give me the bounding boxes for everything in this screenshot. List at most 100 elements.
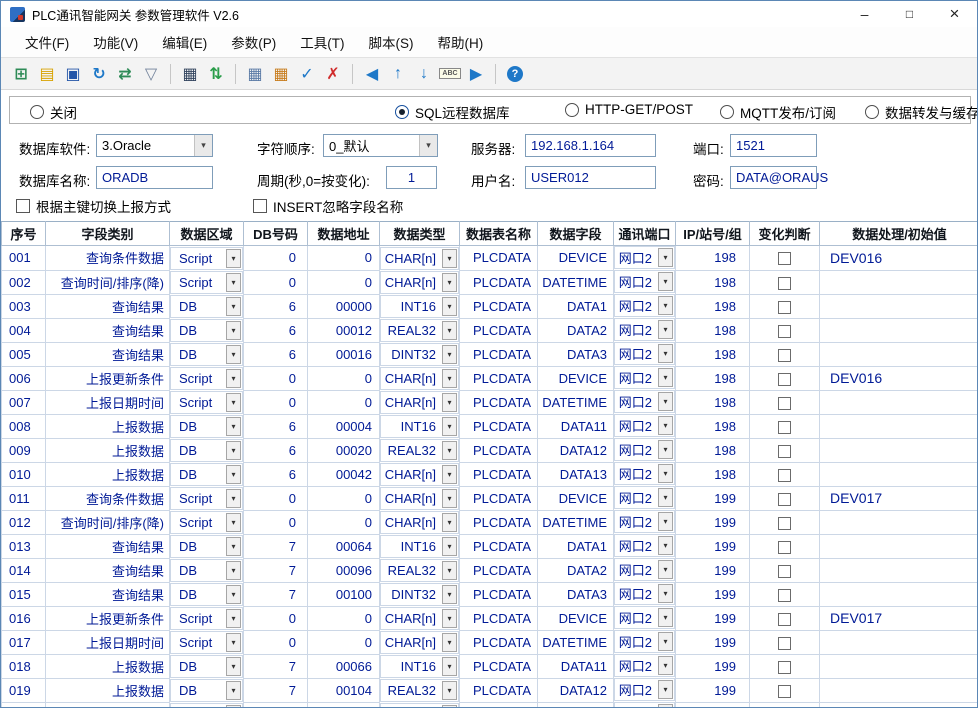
- chevron-down-icon[interactable]: ▾: [442, 537, 457, 556]
- cell-init[interactable]: [820, 678, 978, 702]
- chevron-down-icon[interactable]: ▾: [442, 489, 457, 508]
- cell-area[interactable]: DB▾: [170, 679, 243, 702]
- cell-port[interactable]: 网口2▾: [614, 462, 675, 485]
- cell-category[interactable]: 查询结果: [46, 294, 170, 318]
- cell-station[interactable]: 199: [676, 654, 750, 678]
- chevron-down-icon[interactable]: ▾: [442, 273, 457, 292]
- cell-db[interactable]: 6: [244, 462, 308, 486]
- cell-type[interactable]: REAL32▾: [380, 679, 459, 702]
- cell-category[interactable]: 上报数据: [46, 654, 170, 678]
- chevron-down-icon[interactable]: ▾: [658, 416, 673, 435]
- radio-mode-http-get-post[interactable]: HTTP-GET/POST: [565, 102, 693, 117]
- col-header-category[interactable]: 字段类别: [46, 222, 170, 246]
- username-input[interactable]: USER012: [525, 166, 656, 189]
- cell-type[interactable]: INT16▾: [380, 295, 459, 318]
- change-checkbox[interactable]: [778, 685, 791, 698]
- cell-changed[interactable]: [750, 678, 820, 702]
- col-header-field[interactable]: 数据字段: [538, 222, 614, 246]
- cell-category[interactable]: 上报数据: [46, 678, 170, 702]
- cell-addr[interactable]: 00004: [308, 414, 380, 438]
- change-checkbox[interactable]: [778, 661, 791, 674]
- change-checkbox[interactable]: [778, 301, 791, 314]
- cell-port[interactable]: 网口2▾: [614, 486, 675, 509]
- cell-addr[interactable]: 00066: [308, 654, 380, 678]
- cell-db[interactable]: 7: [244, 582, 308, 606]
- cell-port[interactable]: 网口2▾: [614, 702, 675, 708]
- cell-changed[interactable]: [750, 246, 820, 271]
- chevron-down-icon[interactable]: ▾: [658, 656, 673, 675]
- cell-field[interactable]: DATA13: [538, 702, 614, 708]
- cell-db[interactable]: 0: [244, 606, 308, 630]
- cell-station[interactable]: 198: [676, 270, 750, 294]
- cell-port[interactable]: 网口2▾: [614, 582, 675, 605]
- chevron-down-icon[interactable]: ▾: [226, 441, 241, 460]
- chevron-down-icon[interactable]: ▾: [658, 320, 673, 339]
- chevron-down-icon[interactable]: ▾: [226, 513, 241, 532]
- chevron-down-icon[interactable]: ▾: [658, 632, 673, 651]
- chevron-down-icon[interactable]: ▾: [226, 465, 241, 484]
- move-left-icon[interactable]: ◀: [360, 62, 384, 86]
- cell-init[interactable]: DEV017: [820, 486, 978, 510]
- cell-type[interactable]: CHAR[n]▾: [380, 631, 459, 654]
- change-checkbox[interactable]: [778, 421, 791, 434]
- chevron-down-icon[interactable]: ▾: [442, 249, 457, 268]
- cell-table[interactable]: PLCDATA: [460, 270, 538, 294]
- cell-type[interactable]: INT16▾: [380, 655, 459, 678]
- cell-table[interactable]: PLCDATA: [460, 366, 538, 390]
- change-checkbox[interactable]: [778, 517, 791, 530]
- cell-init[interactable]: [820, 582, 978, 606]
- col-header-table[interactable]: 数据表名称: [460, 222, 538, 246]
- cell-port[interactable]: 网口2▾: [614, 678, 675, 701]
- chevron-down-icon[interactable]: ▾: [226, 609, 241, 628]
- cell-station[interactable]: 198: [676, 438, 750, 462]
- checkbox-icon[interactable]: [253, 199, 267, 213]
- radio-mode-mqtt-pub-sub[interactable]: MQTT发布/订阅: [720, 102, 836, 122]
- cell-table[interactable]: PLCDATA: [460, 702, 538, 708]
- cell-category[interactable]: 上报数据: [46, 702, 170, 708]
- cell-seq[interactable]: 001: [2, 246, 46, 271]
- cell-port[interactable]: 网口2▾: [614, 558, 675, 581]
- cell-init[interactable]: [820, 462, 978, 486]
- cell-table[interactable]: PLCDATA: [460, 390, 538, 414]
- radio-icon[interactable]: [865, 105, 879, 119]
- filter-icon[interactable]: ▽: [139, 62, 163, 86]
- cell-station[interactable]: 199: [676, 702, 750, 708]
- cell-addr[interactable]: 0: [308, 510, 380, 534]
- cell-changed[interactable]: [750, 318, 820, 342]
- cell-field[interactable]: DATA2: [538, 318, 614, 342]
- cell-init[interactable]: [820, 318, 978, 342]
- cell-field[interactable]: DATETIME: [538, 510, 614, 534]
- cell-addr[interactable]: 00104: [308, 678, 380, 702]
- cell-table[interactable]: PLCDATA: [460, 630, 538, 654]
- change-checkbox[interactable]: [778, 373, 791, 386]
- cell-category[interactable]: 查询结果: [46, 558, 170, 582]
- cell-seq[interactable]: 020: [2, 702, 46, 708]
- chevron-down-icon[interactable]: ▾: [442, 609, 457, 628]
- chevron-down-icon[interactable]: ▾: [658, 368, 673, 387]
- port-input[interactable]: 1521: [730, 134, 817, 157]
- col-header-type[interactable]: 数据类型: [380, 222, 460, 246]
- cell-category[interactable]: 上报数据: [46, 462, 170, 486]
- cell-db[interactable]: 0: [244, 510, 308, 534]
- cell-addr[interactable]: 0: [308, 366, 380, 390]
- cell-area[interactable]: DB▾: [170, 343, 243, 366]
- cell-type[interactable]: DINT32▾: [380, 343, 459, 366]
- cell-seq[interactable]: 009: [2, 438, 46, 462]
- cell-table[interactable]: PLCDATA: [460, 438, 538, 462]
- radio-mode-data-forward-cache[interactable]: 数据转发与缓存: [865, 102, 978, 122]
- chevron-down-icon[interactable]: ▾: [658, 440, 673, 459]
- cell-changed[interactable]: [750, 630, 820, 654]
- cell-area[interactable]: Script▾: [170, 487, 243, 510]
- cell-seq[interactable]: 008: [2, 414, 46, 438]
- cell-area[interactable]: Script▾: [170, 631, 243, 654]
- cell-init[interactable]: [820, 342, 978, 366]
- cell-area[interactable]: DB▾: [170, 415, 243, 438]
- cell-addr[interactable]: 00010: [308, 702, 380, 708]
- cell-area[interactable]: DB▾: [170, 319, 243, 342]
- cell-db[interactable]: 6: [244, 318, 308, 342]
- cell-field[interactable]: DEVICE: [538, 606, 614, 630]
- chevron-down-icon[interactable]: ▾: [658, 680, 673, 699]
- cell-port[interactable]: 网口2▾: [614, 630, 675, 653]
- col-header-db[interactable]: DB号码: [244, 222, 308, 246]
- chevron-down-icon[interactable]: ▾: [226, 489, 241, 508]
